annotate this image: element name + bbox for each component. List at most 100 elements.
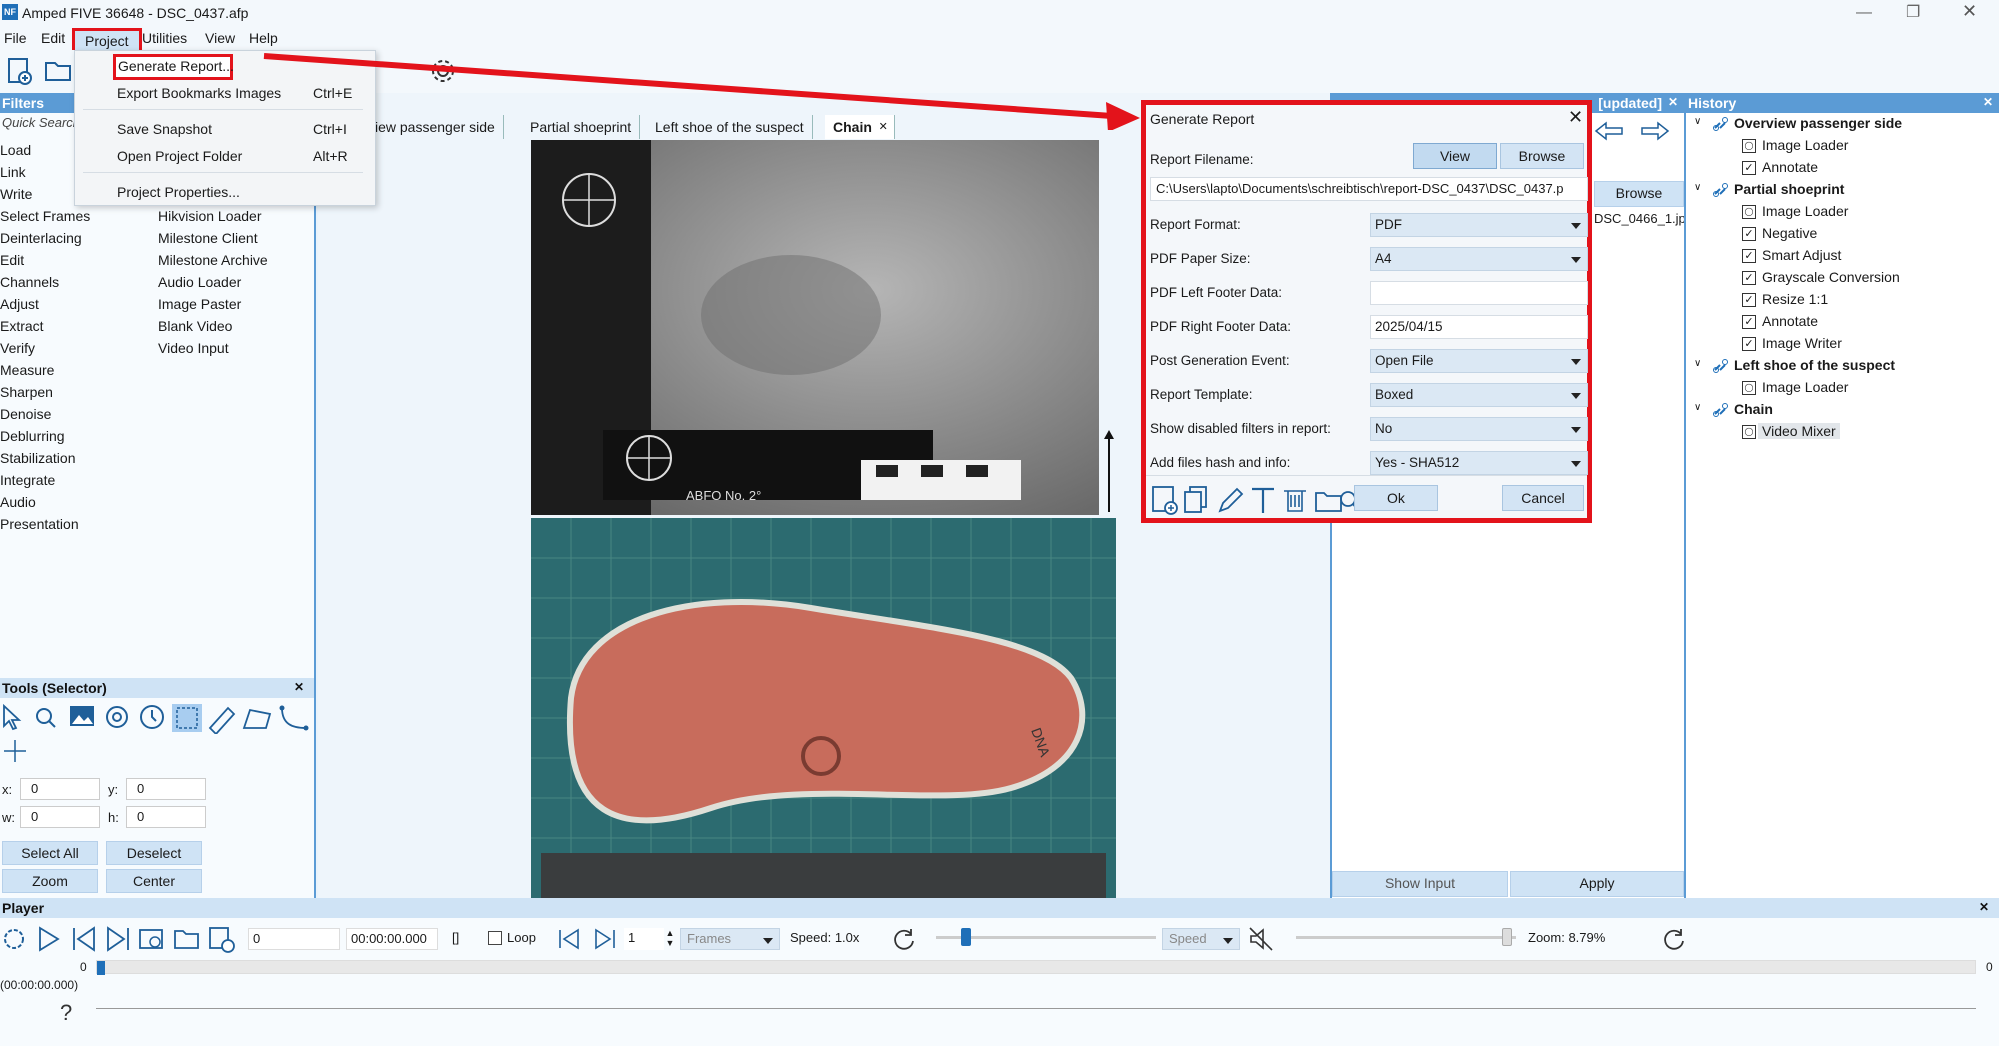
close-history-icon[interactable]: ✕	[1983, 95, 1993, 109]
deselect-button[interactable]: Deselect	[106, 841, 202, 865]
history-item-checkbox[interactable]: ✓	[1742, 337, 1756, 351]
magnifier-tool-icon[interactable]	[36, 708, 56, 728]
browse-file-button[interactable]: Browse	[1594, 181, 1684, 207]
filter-category-item[interactable]: Edit	[0, 252, 24, 268]
curve-tool-icon[interactable]	[279, 705, 309, 731]
filter-category-item[interactable]: Link	[0, 164, 26, 180]
history-item[interactable]: Image Writer	[1762, 335, 1842, 351]
close-player-icon[interactable]: ✕	[1979, 900, 1989, 914]
center-button[interactable]: Center	[106, 869, 202, 893]
history-item[interactable]: Annotate	[1762, 313, 1818, 329]
apply-button[interactable]: Apply	[1510, 871, 1684, 897]
filter-loader-item[interactable]: Blank Video	[158, 318, 232, 334]
menu-item-open-project-folder[interactable]: Open Project Folder	[117, 148, 242, 164]
history-item[interactable]: Image Loader	[1762, 203, 1848, 219]
clock-tool-icon[interactable]	[140, 705, 164, 729]
minimize-icon[interactable]: —	[1856, 4, 1872, 22]
ruler-tool-icon[interactable]	[208, 706, 236, 734]
filter-category-item[interactable]: Write	[0, 186, 32, 202]
menu-edit[interactable]: Edit	[41, 30, 65, 46]
expand-toggle-icon[interactable]: ∨	[1694, 182, 1701, 193]
filter-category-item[interactable]: Integrate	[0, 472, 55, 488]
loop-checkbox[interactable]	[488, 931, 502, 945]
help-icon[interactable]: ?	[60, 1000, 72, 1026]
show-input-button[interactable]: Show Input	[1332, 871, 1508, 897]
menu-item-save-snapshot[interactable]: Save Snapshot	[117, 121, 212, 137]
zoom-slider-thumb[interactable]	[1501, 928, 1512, 946]
zoom-slider[interactable]	[1296, 928, 1516, 946]
reset-zoom-icon[interactable]	[1662, 926, 1688, 952]
timeline-track[interactable]	[96, 960, 1976, 975]
speed-slider[interactable]	[936, 928, 1156, 946]
zoom-button[interactable]: Zoom	[2, 869, 98, 893]
history-item-node-icon[interactable]: ◯	[1742, 381, 1756, 395]
filter-category-item[interactable]: Stabilization	[0, 450, 76, 466]
polygon-tool-icon[interactable]	[242, 708, 272, 729]
new-project-icon[interactable]	[4, 56, 34, 86]
dialog-option-select[interactable]: No	[1370, 417, 1588, 441]
rect-select-tool-icon[interactable]	[172, 704, 202, 732]
h-input[interactable]: 0	[126, 806, 206, 828]
skip-start-icon[interactable]	[73, 926, 95, 952]
speed-slider-thumb[interactable]	[961, 928, 972, 946]
y-input[interactable]: 0	[126, 778, 206, 800]
text-icon[interactable]	[1252, 487, 1274, 513]
filter-category-item[interactable]: Select Frames	[0, 208, 90, 224]
history-group[interactable]: Chain	[1734, 401, 1773, 417]
filter-category-item[interactable]: Sharpen	[0, 384, 53, 400]
history-item-checkbox[interactable]: ✓	[1742, 315, 1756, 329]
menu-view[interactable]: View	[205, 30, 235, 46]
dialog-close-icon[interactable]: ✕	[1568, 107, 1583, 128]
filter-loader-item[interactable]: Hikvision Loader	[158, 208, 262, 224]
menu-item-generate-report[interactable]: Generate Report...	[118, 58, 234, 74]
dialog-option-select[interactable]: PDF	[1370, 213, 1588, 237]
history-item-checkbox[interactable]: ✓	[1742, 293, 1756, 307]
ok-button[interactable]: Ok	[1354, 485, 1438, 511]
add-report-item-icon[interactable]	[1152, 486, 1178, 515]
color-picker-tool-icon[interactable]	[106, 706, 128, 728]
history-item[interactable]: Image Loader	[1762, 137, 1848, 153]
dialog-browse-button[interactable]: Browse	[1500, 143, 1584, 169]
filter-category-item[interactable]: Denoise	[0, 406, 51, 422]
add-bookmark-icon[interactable]	[209, 927, 235, 953]
history-item-node-icon[interactable]: ◯	[1742, 425, 1756, 439]
close-tools-icon[interactable]: ✕	[294, 680, 304, 694]
pointer-tool-icon[interactable]	[3, 703, 22, 731]
dialog-option-input[interactable]: 2025/04/15	[1370, 315, 1588, 339]
reset-speed-icon[interactable]	[892, 926, 918, 952]
filter-category-item[interactable]: Presentation	[0, 516, 79, 532]
report-path-input[interactable]: C:\Users\lapto\Documents\schreibtisch\re…	[1150, 177, 1588, 201]
filter-loader-item[interactable]: Milestone Client	[158, 230, 258, 246]
dialog-option-select[interactable]: A4	[1370, 247, 1588, 271]
menu-item-project-properties[interactable]: Project Properties...	[117, 184, 240, 200]
dialog-option-input[interactable]	[1370, 281, 1588, 305]
crosshair-tool-icon[interactable]	[2, 738, 28, 764]
filter-category-item[interactable]: Measure	[0, 362, 54, 378]
copy-icon[interactable]	[1184, 486, 1207, 513]
history-item-node-icon[interactable]: ◯	[1742, 139, 1756, 153]
cancel-button[interactable]: Cancel	[1502, 485, 1584, 511]
step-spinner-icon[interactable]: ▲ ▼	[662, 928, 678, 950]
history-group[interactable]: Overview passenger side	[1734, 115, 1902, 131]
filter-category-item[interactable]: Verify	[0, 340, 35, 356]
expand-toggle-icon[interactable]: ∨	[1694, 116, 1701, 127]
folder-icon[interactable]	[1315, 492, 1342, 512]
history-item[interactable]: Annotate	[1762, 159, 1818, 175]
history-item-checkbox[interactable]: ✓	[1742, 227, 1756, 241]
image-tool-icon[interactable]	[70, 706, 94, 726]
history-item[interactable]: Smart Adjust	[1762, 247, 1841, 263]
history-item[interactable]: Grayscale Conversion	[1762, 269, 1900, 285]
filter-loader-item[interactable]: Audio Loader	[158, 274, 241, 290]
dialog-option-select[interactable]: Boxed	[1370, 383, 1588, 407]
player-settings-icon[interactable]	[4, 929, 24, 949]
history-item[interactable]: Image Loader	[1762, 379, 1848, 395]
bracket-markers[interactable]: []	[452, 930, 459, 945]
open-folder-icon[interactable]	[174, 930, 199, 949]
search-icon[interactable]	[1340, 491, 1355, 510]
filter-category-item[interactable]: Channels	[0, 274, 59, 290]
expand-toggle-icon[interactable]: ∨	[1694, 358, 1701, 369]
close-window-icon[interactable]: ✕	[1962, 1, 1977, 22]
history-group[interactable]: Partial shoeprint	[1734, 181, 1844, 197]
history-item-node-icon[interactable]: ◯	[1742, 205, 1756, 219]
filter-category-item[interactable]: Deblurring	[0, 428, 65, 444]
